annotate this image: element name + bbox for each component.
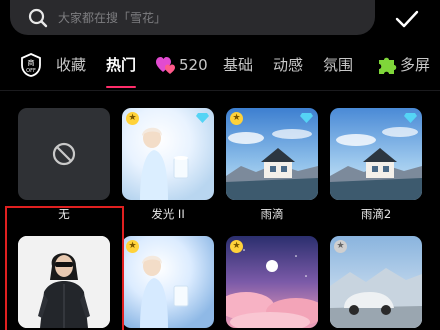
none-icon — [52, 142, 76, 166]
tab-hot[interactable]: 热门 — [106, 52, 136, 78]
gem-icon — [404, 113, 417, 123]
gem-icon — [196, 113, 209, 123]
search-bar[interactable]: 大家都在搜「雪花」 — [10, 0, 375, 35]
svg-text:OFF: OFF — [26, 68, 36, 74]
tab-520[interactable]: 520 — [155, 52, 208, 78]
star-icon: ★ — [126, 112, 139, 125]
star-icon: ★ — [230, 112, 243, 125]
tab-dynamic[interactable]: 动感 — [273, 52, 303, 78]
tab-multiscreen[interactable]: 多屏 — [376, 52, 430, 78]
thumbnail — [330, 108, 422, 200]
star-icon: ★ — [126, 240, 139, 253]
thumbnail — [18, 236, 110, 328]
category-tabs: 商 OFF 收藏 热门 520 基础 动感 氛围 多屏 — [0, 44, 440, 88]
thumbnail: ★ — [330, 236, 422, 328]
confirm-button[interactable] — [394, 6, 420, 32]
thumbnail: ★ — [122, 108, 214, 200]
thumbnail: ★ — [122, 236, 214, 328]
divider — [0, 90, 440, 91]
thumbnail: ★ — [226, 108, 318, 200]
svg-text:商: 商 — [28, 58, 35, 67]
effect-label: 雨滴2 — [360, 207, 392, 221]
tab-favorites[interactable]: 商 OFF — [18, 52, 44, 78]
checkmark-icon — [395, 10, 419, 28]
effect-label: 雨滴 — [260, 207, 284, 221]
effect-label: 无 — [58, 207, 70, 221]
search-icon — [26, 6, 50, 30]
thumbnail — [18, 108, 110, 200]
puzzle-icon — [379, 57, 397, 74]
tab-basic[interactable]: 基础 — [223, 52, 253, 78]
tab-collection[interactable]: 收藏 — [56, 52, 86, 78]
hearts-icon — [156, 57, 175, 74]
portrait-preview-image — [18, 236, 110, 328]
star-icon: ★ — [230, 240, 243, 253]
gem-icon — [300, 113, 313, 123]
effect-label: 发光 II — [151, 207, 185, 221]
heart-off-icon: 商 OFF — [21, 53, 41, 77]
tab-atmosphere[interactable]: 氛围 — [323, 52, 353, 78]
star-icon: ★ — [334, 240, 347, 253]
search-input[interactable]: 大家都在搜「雪花」 — [58, 9, 166, 26]
thumbnail: ★ — [226, 236, 318, 328]
active-tab-indicator — [106, 86, 136, 88]
